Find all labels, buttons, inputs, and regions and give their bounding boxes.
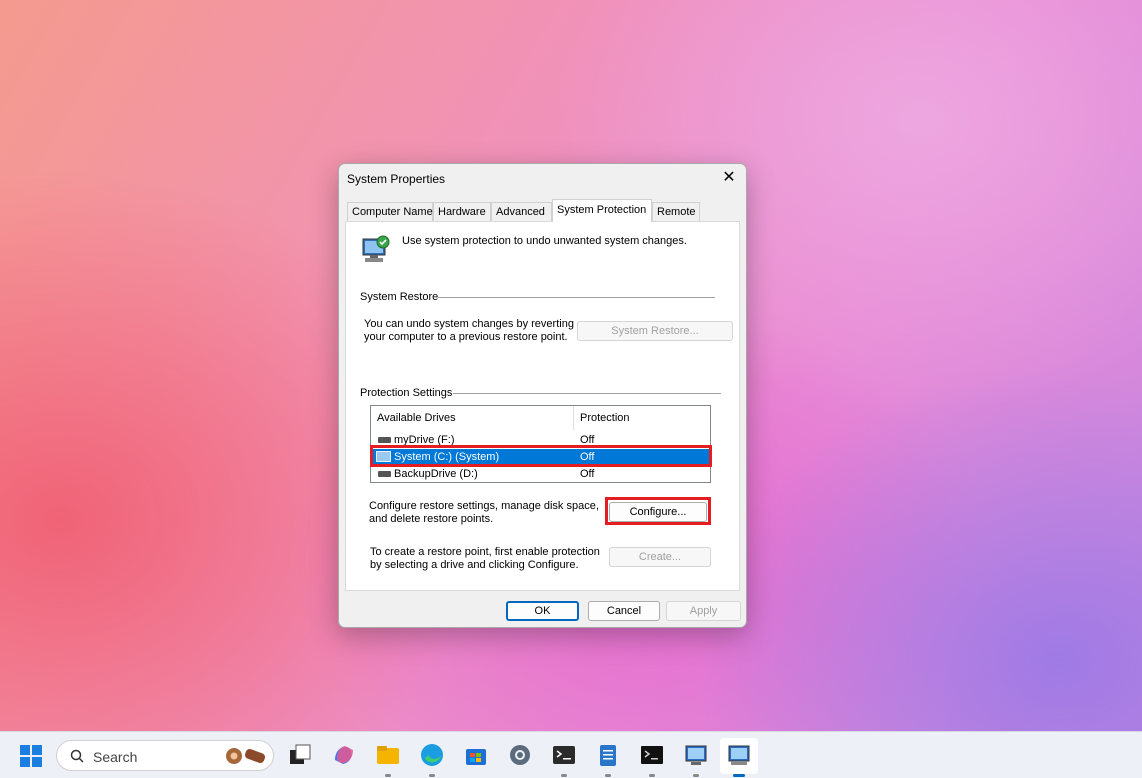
create-description-2: by selecting a drive and clicking Config… <box>370 559 579 571</box>
drive-row-f[interactable]: myDrive (F:) Off <box>372 432 709 448</box>
drive-name: myDrive (F:) <box>394 434 455 446</box>
command-prompt-icon[interactable] <box>639 742 665 768</box>
create-description-1: To create a restore point, first enable … <box>370 546 600 558</box>
search-icon <box>70 749 84 763</box>
copilot-icon[interactable] <box>331 742 357 768</box>
start-icon[interactable] <box>19 744 45 770</box>
search-label: Search <box>93 749 138 765</box>
control-panel-icon[interactable] <box>683 742 709 768</box>
system-properties-icon[interactable] <box>726 742 752 768</box>
configure-description-2: and delete restore points. <box>369 513 494 525</box>
tab-hardware[interactable]: Hardware <box>433 202 491 221</box>
protection-settings-heading: Protection Settings <box>360 387 453 399</box>
column-header-available-drives[interactable]: Available Drives <box>371 406 574 430</box>
edge-icon[interactable] <box>419 742 445 768</box>
system-restore-heading: System Restore <box>360 291 439 303</box>
create-button[interactable]: Create... <box>609 547 711 567</box>
section-divider <box>453 393 721 394</box>
configure-button[interactable]: Configure... <box>609 502 707 522</box>
drive-name: BackupDrive (D:) <box>394 468 478 480</box>
ok-button[interactable]: OK <box>506 601 579 621</box>
system-restore-description-1: You can undo system changes by reverting <box>364 318 574 330</box>
column-header-protection[interactable]: Protection <box>574 406 709 430</box>
file-explorer-icon[interactable] <box>375 742 401 768</box>
search-box[interactable]: Search <box>56 740 274 771</box>
drive-row-d[interactable]: BackupDrive (D:) Off <box>372 466 709 482</box>
task-view-icon[interactable] <box>287 742 313 768</box>
system-protection-panel: Use system protection to undo unwanted s… <box>345 221 740 591</box>
settings-icon[interactable] <box>507 742 533 768</box>
drive-protection: Off <box>580 434 595 446</box>
tab-system-protection[interactable]: System Protection <box>552 199 652 222</box>
tab-computer-name[interactable]: Computer Name <box>347 202 433 221</box>
system-properties-dialog: System Properties ✕ Computer Name Hardwa… <box>338 163 747 628</box>
drives-list[interactable]: Available Drives Protection myDrive (F:)… <box>370 405 711 483</box>
taskbar: Search <box>0 731 1142 778</box>
cancel-button[interactable]: Cancel <box>588 601 660 621</box>
tab-advanced[interactable]: Advanced <box>491 202 552 221</box>
close-icon[interactable]: ✕ <box>720 169 738 187</box>
configure-description-1: Configure restore settings, manage disk … <box>369 500 599 512</box>
section-divider <box>438 297 715 298</box>
system-restore-button[interactable]: System Restore... <box>577 321 733 341</box>
system-protection-icon <box>362 235 390 262</box>
tab-remote[interactable]: Remote <box>652 202 700 221</box>
store-icon[interactable] <box>463 742 489 768</box>
drive-protection: Off <box>580 451 595 463</box>
system-restore-description-2: your computer to a previous restore poin… <box>364 331 568 343</box>
search-highlight-icon <box>226 748 265 764</box>
drive-protection: Off <box>580 468 595 480</box>
system-drive-icon <box>376 451 391 462</box>
drive-icon <box>378 471 391 477</box>
apply-button[interactable]: Apply <box>666 601 741 621</box>
terminal-icon[interactable] <box>551 742 577 768</box>
drive-row-c[interactable]: System (C:) (System) Off <box>372 449 709 465</box>
drive-icon <box>378 437 391 443</box>
intro-text: Use system protection to undo unwanted s… <box>402 235 687 247</box>
notepad-icon[interactable] <box>595 742 621 768</box>
dialog-title: System Properties <box>347 172 446 186</box>
drive-name: System (C:) (System) <box>394 451 500 463</box>
